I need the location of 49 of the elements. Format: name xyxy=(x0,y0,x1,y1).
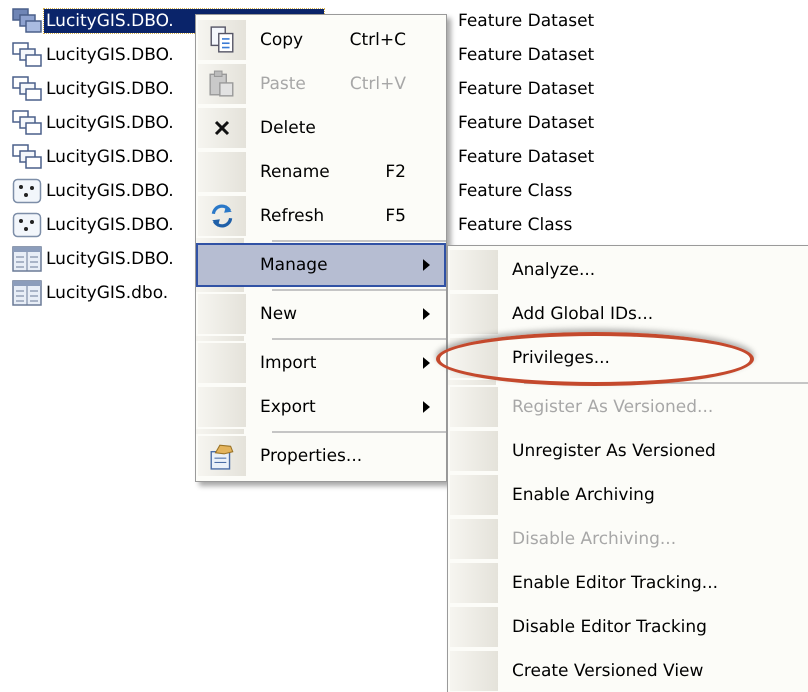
dataset-icon xyxy=(12,8,42,34)
properties-icon xyxy=(209,442,235,470)
dataset-icon xyxy=(12,144,42,170)
delete-icon xyxy=(214,120,230,136)
item-type-text: Feature Dataset xyxy=(458,45,594,65)
item-type-text: Feature Dataset xyxy=(458,11,594,31)
menu-item[interactable]: Create Versioned View xyxy=(448,649,808,692)
tree-item[interactable]: LucityGIS.dbo. xyxy=(44,281,170,305)
menu-item[interactable]: Enable Editor Tracking... xyxy=(448,561,808,605)
submenu-arrow-icon xyxy=(423,259,430,271)
item-type-text: Feature Dataset xyxy=(458,147,594,167)
dataset-icon xyxy=(12,42,42,68)
menu-item[interactable]: Manage xyxy=(196,243,446,287)
dataset-icon xyxy=(12,76,42,102)
tree-item[interactable]: LucityGIS.DBO. xyxy=(44,77,176,101)
tree-item[interactable]: LucityGIS.DBO. xyxy=(44,179,176,203)
tree-item[interactable]: LucityGIS.DBO. xyxy=(44,213,176,237)
menu-item[interactable]: Export xyxy=(196,385,446,429)
menu-item[interactable]: Disable Editor Tracking xyxy=(448,605,808,649)
menu-item[interactable]: Privileges... xyxy=(448,336,808,380)
item-type-text: Feature Class xyxy=(458,181,572,201)
submenu-arrow-icon xyxy=(423,401,430,413)
menu-item[interactable]: Enable Archiving xyxy=(448,473,808,517)
tree-item[interactable]: LucityGIS.DBO. xyxy=(44,145,176,169)
menu-item[interactable]: Add Global IDs... xyxy=(448,292,808,336)
menu-item[interactable]: Rename F2 xyxy=(196,150,446,194)
menu-item[interactable]: Import xyxy=(196,341,446,385)
table-icon xyxy=(12,280,42,306)
menu-item[interactable]: Analyze... xyxy=(448,248,808,292)
submenu-arrow-icon xyxy=(423,308,430,320)
menu-item[interactable]: Properties... xyxy=(196,434,446,478)
tree-item[interactable]: LucityGIS.DBO. xyxy=(44,111,176,135)
refresh-icon xyxy=(209,202,235,230)
menu-item[interactable]: Delete xyxy=(196,106,446,150)
menu-item[interactable]: Unregister As Versioned xyxy=(448,429,808,473)
item-type-text: Feature Class xyxy=(458,215,572,235)
point-feature-icon xyxy=(12,178,42,204)
tree-item[interactable]: LucityGIS.DBO. xyxy=(44,247,176,271)
item-type-text: Feature Dataset xyxy=(458,79,594,99)
item-type-text: Feature Dataset xyxy=(458,113,594,133)
point-feature-icon xyxy=(12,212,42,238)
menu-item[interactable]: Refresh F5 xyxy=(196,194,446,238)
table-icon xyxy=(12,246,42,272)
paste-icon xyxy=(209,70,235,98)
submenu-arrow-icon xyxy=(423,357,430,369)
dataset-icon xyxy=(12,110,42,136)
menu-item[interactable]: New xyxy=(196,292,446,336)
tree-item[interactable]: LucityGIS.DBO. xyxy=(44,43,176,67)
copy-icon xyxy=(209,26,235,54)
